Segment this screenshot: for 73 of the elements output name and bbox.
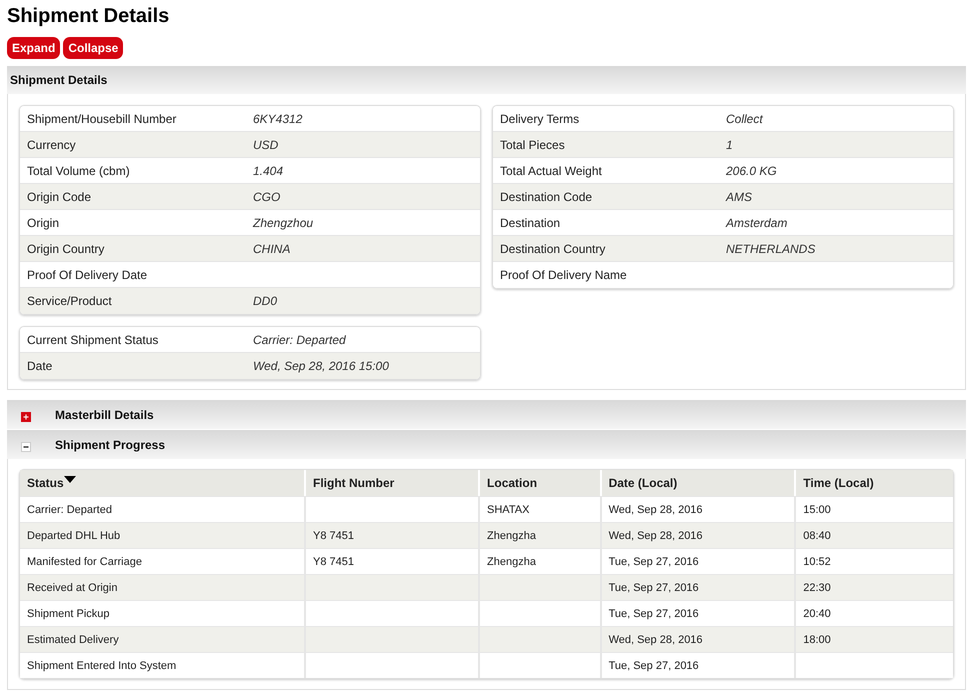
- table-cell: Y8 7451: [312, 530, 354, 542]
- table-cell: Zhengzha: [487, 556, 536, 568]
- field-label: Total Pieces: [499, 138, 566, 152]
- field-label: Service/Product: [26, 294, 113, 308]
- field-value: Wed, Sep 28, 2016 15:00: [253, 359, 389, 373]
- toolbar-button[interactable]: Collapse: [63, 37, 124, 59]
- toolbar-button[interactable]: Expand: [7, 37, 60, 59]
- field-label: Destination: [499, 216, 562, 230]
- table-cell: Carrier: Departed: [27, 504, 112, 516]
- table-cell: Shipment Entered Into System: [27, 660, 176, 672]
- section-header[interactable]: Masterbill Details: [7, 400, 966, 429]
- table-cell: Shipment Pickup: [27, 608, 110, 620]
- table-cell: 18:00: [803, 634, 831, 646]
- section-title: Masterbill Details: [55, 408, 154, 422]
- table-cell: Wed, Sep 28, 2016: [608, 504, 703, 516]
- table-cell: SHATAX: [487, 504, 530, 516]
- field-label: Currency: [26, 138, 77, 152]
- table-cell: Estimated Delivery: [27, 634, 119, 646]
- field-label: Shipment/Housebill Number: [26, 112, 178, 126]
- field-value: 1: [726, 138, 733, 152]
- plus-icon[interactable]: [21, 412, 31, 422]
- field-value: CHINA: [253, 242, 290, 256]
- table-cell: Y8 7451: [312, 556, 354, 568]
- table-cell: Tue, Sep 27, 2016: [608, 556, 699, 568]
- table-cell: 10:52: [803, 556, 831, 568]
- table-cell: Departed DHL Hub: [27, 530, 120, 542]
- page-title: Shipment Details: [7, 4, 170, 29]
- field-label: Total Actual Weight: [499, 164, 603, 178]
- field-value: Collect: [726, 112, 763, 126]
- column-header[interactable]: Status: [20, 470, 306, 496]
- column-header[interactable]: Time (Local): [796, 470, 953, 496]
- field-label: Origin Code: [26, 190, 92, 204]
- field-label: Proof Of Delivery Date: [26, 268, 148, 282]
- table-cell: Manifested for Carriage: [27, 556, 142, 568]
- panel-title: Shipment Details: [10, 73, 108, 87]
- field-label: Destination Country: [499, 242, 606, 256]
- table-cell: 15:00: [803, 504, 831, 516]
- minus-icon[interactable]: [21, 442, 31, 452]
- column-header[interactable]: Flight Number: [306, 470, 480, 496]
- field-value: Zhengzhou: [253, 216, 314, 230]
- table-cell: Wed, Sep 28, 2016: [608, 634, 703, 646]
- field-label: Destination Code: [499, 190, 594, 204]
- field-value: CGO: [253, 190, 280, 204]
- section-header[interactable]: Shipment Progress: [7, 430, 966, 459]
- field-value: USD: [253, 138, 278, 152]
- table-cell: 22:30: [803, 582, 831, 594]
- table-cell: Received at Origin: [27, 582, 118, 594]
- field-value: DD0: [253, 294, 278, 308]
- table-cell: 20:40: [803, 608, 831, 620]
- field-value: 1.404: [253, 164, 284, 178]
- field-value: AMS: [726, 190, 752, 204]
- field-value: Amsterdam: [726, 216, 788, 230]
- column-header[interactable]: Date (Local): [602, 470, 796, 496]
- field-label: Date: [26, 359, 54, 373]
- table-cell: Zhengzha: [487, 530, 536, 542]
- field-value: NETHERLANDS: [726, 242, 816, 256]
- field-label: Origin Country: [26, 242, 106, 256]
- field-label: Current Shipment Status: [26, 332, 160, 346]
- field-label: Origin: [26, 216, 60, 230]
- field-label: Proof Of Delivery Name: [499, 268, 628, 282]
- field-value: 6KY4312: [253, 112, 302, 126]
- sort-down-icon: [64, 476, 76, 483]
- table-cell: Tue, Sep 27, 2016: [608, 582, 699, 594]
- field-value: 206.0 KG: [726, 164, 777, 178]
- table-cell: 08:40: [803, 530, 831, 542]
- field-value: Carrier: Departed: [253, 332, 346, 346]
- column-header[interactable]: Location: [480, 470, 602, 496]
- field-label: Delivery Terms: [499, 112, 580, 126]
- table-cell: Tue, Sep 27, 2016: [608, 660, 699, 672]
- section-title: Shipment Progress: [55, 438, 166, 452]
- field-label: Total Volume (cbm): [26, 164, 131, 178]
- table-cell: Tue, Sep 27, 2016: [608, 608, 699, 620]
- table-cell: Wed, Sep 28, 2016: [608, 530, 703, 542]
